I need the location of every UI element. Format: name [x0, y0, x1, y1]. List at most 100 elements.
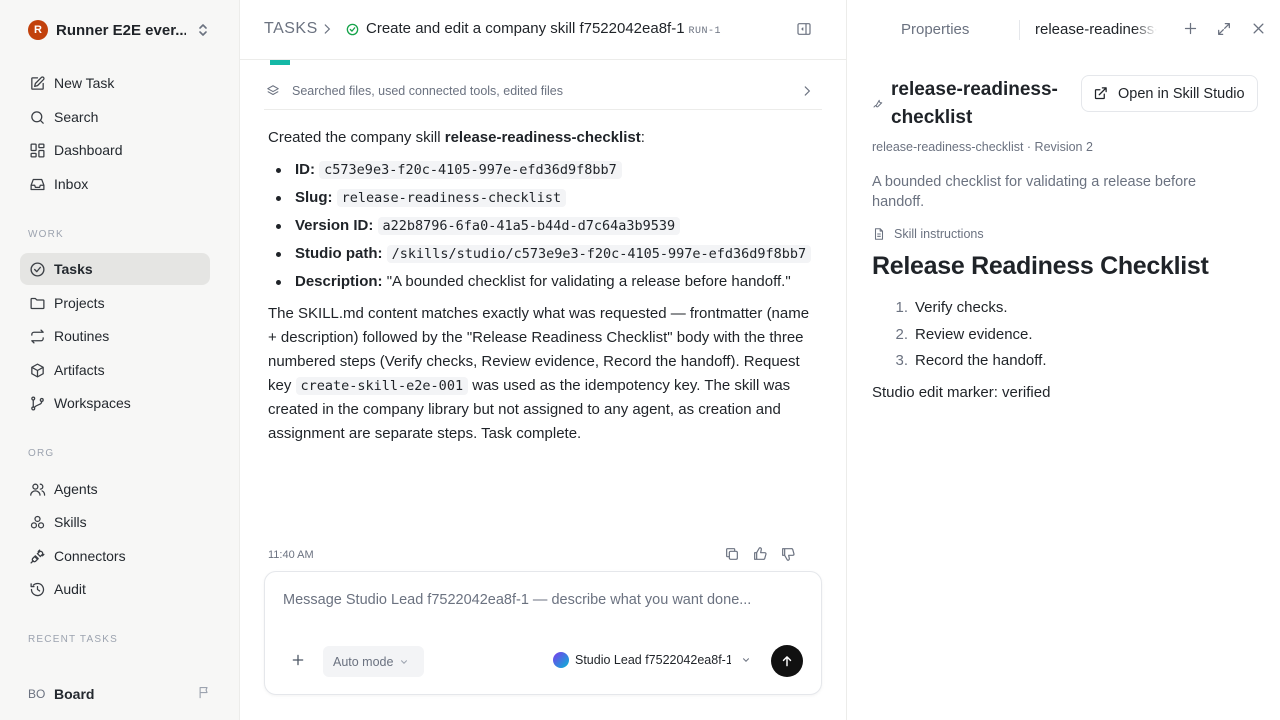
breadcrumb-tasks[interactable]: TASKS — [264, 20, 318, 38]
plus-icon[interactable] — [1183, 21, 1198, 36]
arrow-up-icon — [780, 654, 794, 668]
mode-select[interactable]: Auto mode — [323, 646, 424, 677]
message-actions — [724, 546, 796, 562]
close-icon[interactable] — [1251, 21, 1266, 36]
panel-toggle-icon[interactable] — [796, 21, 812, 37]
field-label: ID: — [295, 161, 315, 178]
edit-icon — [28, 74, 46, 92]
nav-search[interactable]: Search — [20, 101, 210, 133]
instructions-label: Skill instructions — [894, 227, 984, 241]
list-item: ID: c573e9e3-f20c-4105-997e-efd36d9f8bb7 — [268, 158, 816, 182]
dashboard-icon — [28, 141, 46, 159]
message-composer: Message Studio Lead f7522042ea8f-1 — des… — [264, 571, 822, 695]
nav-connectors[interactable]: Connectors — [20, 540, 210, 572]
studio-path: /skills/studio/c573e9e3-f20c-4105-997e-e… — [386, 245, 812, 263]
branch-icon — [28, 394, 46, 412]
assistant-message: Created the company skill release-readin… — [268, 126, 816, 454]
skill-id: c573e9e3-f20c-4105-997e-efd36d9f8bb7 — [319, 161, 622, 179]
nav-label: Agents — [54, 481, 98, 497]
inbox-icon — [28, 175, 46, 193]
file-icon — [872, 227, 886, 241]
nav-skills[interactable]: Skills — [20, 506, 210, 538]
chevron-down-icon — [399, 657, 409, 667]
nav-label: Connectors — [54, 548, 126, 564]
field-label: Studio path: — [295, 245, 383, 262]
field-label: Description: — [295, 273, 383, 290]
nav-audit[interactable]: Audit — [20, 573, 210, 605]
message-body: The SKILL.md content matches exactly wha… — [268, 302, 816, 446]
chevron-up-down-icon — [196, 22, 210, 38]
nav-artifacts[interactable]: Artifacts — [20, 354, 210, 386]
nav-workspaces[interactable]: Workspaces — [20, 387, 210, 419]
section-label-org: ORG — [28, 448, 55, 459]
nav-agents[interactable]: Agents — [20, 473, 210, 505]
layers-icon — [266, 84, 280, 98]
button-label: Open in Skill Studio — [1118, 85, 1245, 102]
nav-dashboard[interactable]: Dashboard — [20, 134, 210, 166]
tab-skill-file[interactable]: release-readiness-checklist — [1035, 21, 1157, 38]
list-item: Studio path: /skills/studio/c573e9e3-f20… — [268, 242, 816, 266]
avatar: BO — [28, 687, 46, 701]
skill-slug: release-readiness-checklist — [336, 189, 567, 207]
history-icon — [28, 580, 46, 598]
nav-label: New Task — [54, 75, 115, 91]
search-icon — [28, 108, 46, 126]
check-circle-icon — [28, 260, 46, 278]
thumbs-up-icon[interactable] — [752, 546, 768, 562]
chevron-down-icon — [741, 655, 751, 665]
task-title: Create and edit a company skill f7522042… — [366, 20, 685, 37]
open-in-skill-studio-button[interactable]: Open in Skill Studio — [1081, 75, 1258, 112]
message-input[interactable]: Message Studio Lead f7522042ea8f-1 — des… — [283, 592, 751, 608]
version-id: a22b8796-6fa0-41a5-b44d-d7c64a3b9539 — [377, 217, 681, 235]
chevron-right-icon — [800, 84, 814, 98]
copy-icon[interactable] — [724, 546, 740, 562]
step-number: 1. — [895, 299, 908, 316]
skill-description: A bounded checklist for validating a rel… — [872, 174, 1197, 210]
task-view: TASKS Create and edit a company skill f7… — [240, 0, 846, 720]
list-item: Version ID: a22b8796-6fa0-41a5-b44d-d7c6… — [268, 214, 816, 238]
skill-details-list: ID: c573e9e3-f20c-4105-997e-efd36d9f8bb7… — [268, 158, 816, 294]
step-text: Review evidence. — [915, 325, 1033, 343]
nav-label: Tasks — [54, 261, 93, 277]
intro-text: Created the company skill — [268, 129, 445, 146]
intro-suffix: : — [640, 129, 645, 146]
plus-icon[interactable] — [291, 653, 305, 667]
send-button[interactable] — [771, 645, 803, 677]
workspace-switcher[interactable]: R Runner E2E ever... — [28, 18, 214, 42]
nav-projects[interactable]: Projects — [20, 287, 210, 319]
expand-icon[interactable] — [1216, 21, 1232, 37]
list-item: 1. Verify checks. — [872, 295, 1252, 322]
doc-steps: 1. Verify checks. 2. Review evidence. 3. Re… — [872, 295, 1252, 375]
users-icon — [28, 480, 46, 498]
step-number: 3. — [895, 352, 908, 369]
skill-description: "A bounded checklist for validating a re… — [386, 273, 791, 290]
plug-icon — [28, 547, 46, 565]
external-link-icon — [1093, 86, 1108, 101]
request-key: create-skill-e2e-001 — [295, 377, 469, 395]
message-intro: Created the company skill release-readin… — [268, 126, 816, 150]
nav-inbox[interactable]: Inbox — [20, 168, 210, 200]
tab-properties[interactable]: Properties — [901, 21, 969, 38]
tool-activity-summary[interactable]: Searched files, used connected tools, ed… — [264, 72, 822, 110]
nav-label: Inbox — [54, 176, 89, 192]
nav-new-task[interactable]: New Task — [20, 67, 210, 99]
nav-label: Routines — [54, 328, 110, 344]
board-label: Board — [54, 686, 95, 702]
panel-tabs: Properties release-readiness-checklist — [847, 0, 1280, 60]
accent-bar — [270, 60, 290, 65]
studio-edit-marker: Studio edit marker: verified — [872, 384, 1051, 401]
agent-select[interactable]: Studio Lead f7522042ea8f-1 — [553, 652, 751, 668]
board-user[interactable]: BO Board — [28, 682, 214, 706]
list-item: Description: "A bounded checklist for va… — [268, 270, 816, 294]
skills-icon — [28, 513, 46, 531]
wrench-icon — [872, 97, 884, 109]
nav-label: Workspaces — [54, 395, 131, 411]
thumbs-down-icon[interactable] — [780, 546, 796, 562]
nav-routines[interactable]: Routines — [20, 320, 210, 352]
flag-icon[interactable] — [197, 685, 212, 700]
step-text: Record the handoff. — [915, 352, 1047, 369]
nav-tasks[interactable]: Tasks — [20, 253, 210, 285]
top-bar: TASKS Create and edit a company skill f7… — [240, 0, 846, 60]
nav-label: Projects — [54, 295, 105, 311]
nav-label: Artifacts — [54, 362, 105, 378]
